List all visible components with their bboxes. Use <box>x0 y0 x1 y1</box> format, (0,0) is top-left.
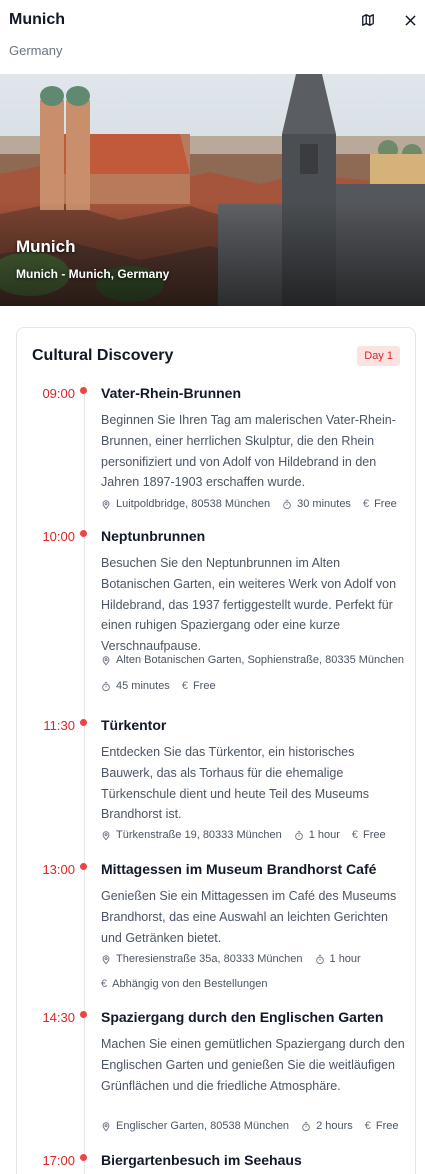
item-duration: 30 minutes <box>297 498 351 510</box>
item-price: Free <box>375 1120 399 1132</box>
hero-title: Munich <box>16 237 76 256</box>
item-location: Theresienstraße 35a, 80333 München <box>116 953 303 965</box>
item-location: Türkenstraße 19, 80333 München <box>116 829 282 841</box>
item-description: Besuchen Sie den Neptunbrunnen im Alten … <box>101 556 397 654</box>
location-pin-icon <box>102 499 110 509</box>
timeline-dot <box>80 719 87 726</box>
item-duration: 45 minutes <box>116 680 170 692</box>
item-meta: Türkenstraße 19, 80333 München 1 hour € … <box>101 829 398 841</box>
header: Munich Germany <box>0 0 425 74</box>
euro-icon: € <box>351 829 359 841</box>
item-description: Beginnen Sie Ihren Tag am malerischen Va… <box>101 413 396 490</box>
item-description: Machen Sie einen gemütlichen Spaziergang… <box>101 1037 405 1093</box>
timeline-dot <box>80 1154 87 1161</box>
item-name: Biergartenbesuch im Seehaus <box>101 1152 302 1168</box>
item-meta: Luitpoldbridge, 80538 München 30 minutes… <box>101 498 409 510</box>
page-title: Munich <box>9 11 65 28</box>
item-time: 10:00 <box>42 529 75 544</box>
item-name: Spaziergang durch den Englischen Garten <box>101 1009 384 1025</box>
item-name: Türkentor <box>101 717 167 733</box>
itinerary-title: Cultural Discovery <box>32 347 174 364</box>
timeline-dot <box>80 530 87 537</box>
item-meta: Alten Botanischen Garten, Sophienstraße,… <box>101 654 416 666</box>
item-meta: 45 minutes € Free <box>101 680 228 692</box>
item-location: Englischer Garten, 80538 München <box>116 1120 290 1132</box>
timeline-dot <box>80 1011 87 1018</box>
map-button[interactable] <box>358 10 378 30</box>
item-time: 13:00 <box>42 862 75 877</box>
timeline-dot <box>80 863 87 870</box>
timer-icon <box>315 954 324 964</box>
item-meta: € Abhängig von den Bestellungen <box>101 978 279 990</box>
item-description: Genießen Sie ein Mittagessen im Café des… <box>101 889 397 945</box>
item-duration: 1 hour <box>308 829 340 841</box>
timeline-dot <box>80 387 87 394</box>
location-pin-icon <box>102 830 110 840</box>
day-badge: Day 1 <box>357 346 400 366</box>
item-duration: 1 hour <box>329 953 361 965</box>
timer-icon <box>283 499 291 509</box>
euro-icon: € <box>181 680 188 692</box>
item-time: 14:30 <box>42 1010 75 1025</box>
timer-icon <box>294 830 303 840</box>
item-location: Alten Botanischen Garten, Sophienstraße,… <box>116 654 405 666</box>
item-price: Abhängig von den Bestellungen <box>112 978 268 990</box>
item-description: Entdecken Sie das Türkentor, ein histori… <box>101 745 369 822</box>
item-name: Neptunbrunnen <box>101 528 206 544</box>
timeline-line <box>84 383 85 1174</box>
timer-icon <box>302 1121 310 1131</box>
page-subtitle: Germany <box>9 43 63 58</box>
timer-icon <box>102 681 110 691</box>
euro-icon: € <box>362 498 370 510</box>
location-pin-icon <box>102 954 110 964</box>
item-price: Free <box>374 498 397 510</box>
item-price: Free <box>363 829 386 841</box>
item-name: Mittagessen im Museum Brandhorst Café <box>101 861 377 877</box>
itinerary-card: Cultural Discovery Day 1 09:00 Vater-Rhe… <box>16 327 416 1174</box>
item-time: 11:30 <box>43 718 75 733</box>
map-icon <box>362 14 374 26</box>
close-icon <box>404 14 416 26</box>
location-pin-icon <box>102 1121 110 1131</box>
location-pin-icon <box>102 655 110 665</box>
item-time: 09:00 <box>42 386 75 401</box>
close-button[interactable] <box>400 10 420 30</box>
hero-subtitle: Munich - Munich, Germany <box>16 267 170 281</box>
item-meta: Theresienstraße 35a, 80333 München 1 hou… <box>101 953 373 965</box>
item-time: 17:00 <box>42 1153 75 1168</box>
euro-icon: € <box>364 1120 371 1132</box>
item-duration: 2 hours <box>316 1120 353 1132</box>
item-meta: Englischer Garten, 80538 München 2 hours… <box>101 1120 411 1132</box>
item-price: Free <box>192 680 216 692</box>
hero-image: Munich Munich - Munich, Germany <box>0 74 425 306</box>
item-location: Luitpoldbridge, 80538 München <box>116 498 271 510</box>
euro-icon: € <box>101 978 108 990</box>
item-name: Vater-Rhein-Brunnen <box>101 385 242 401</box>
